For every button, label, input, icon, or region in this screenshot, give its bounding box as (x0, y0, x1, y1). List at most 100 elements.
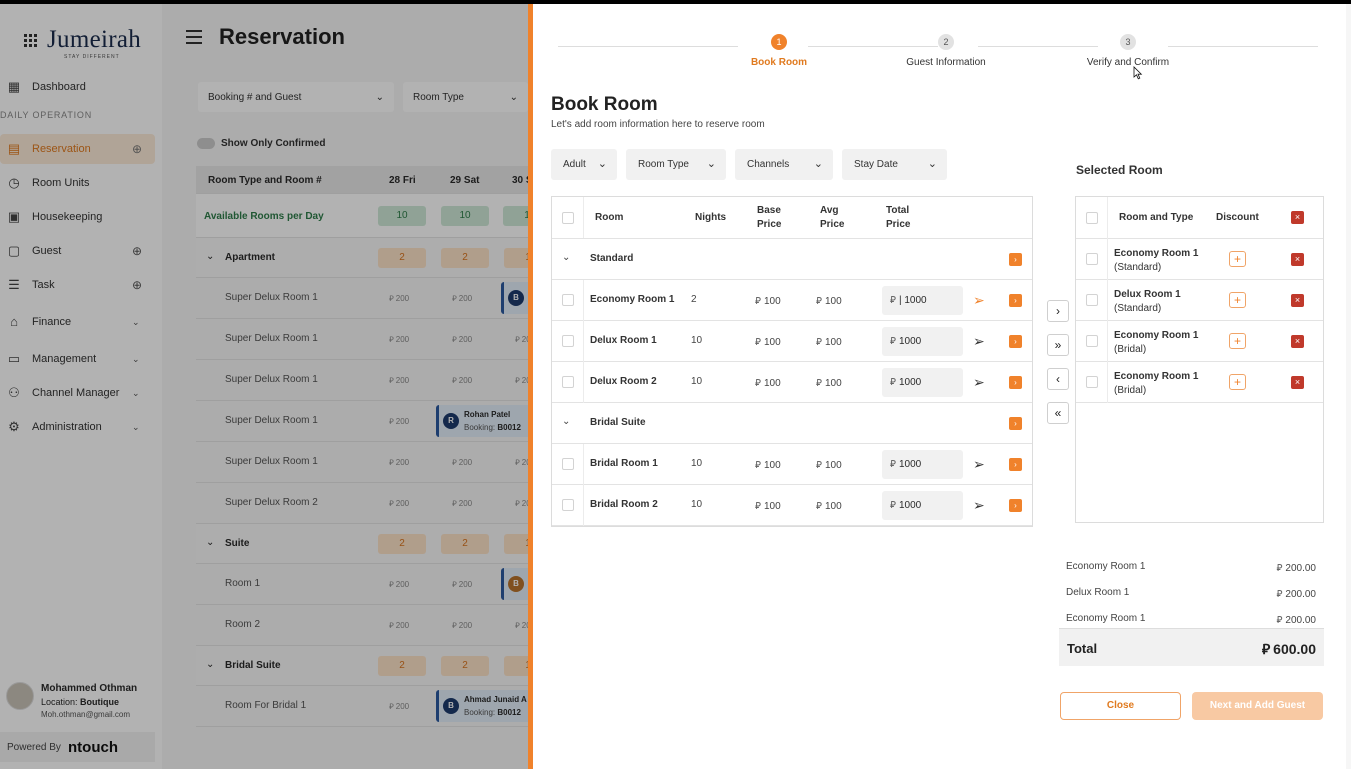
select-label: Stay Date (854, 159, 898, 170)
summary-label: Delux Room 1 (1066, 587, 1130, 598)
send-icon[interactable]: ➢ (973, 293, 987, 307)
step-guest-information[interactable]: 2 Guest Information (876, 34, 1016, 68)
remove-room-button[interactable]: × (1291, 294, 1304, 307)
move-all-right-button[interactable]: » (1047, 334, 1069, 356)
currency-icon: ⃁ (816, 460, 822, 471)
selected-room-title: Selected Room (1076, 163, 1163, 177)
add-discount-button[interactable]: + (1229, 374, 1246, 390)
remove-room-button[interactable]: × (1291, 376, 1304, 389)
step-book-room[interactable]: 1 Book Room (709, 34, 849, 68)
add-discount-button[interactable]: + (1229, 251, 1246, 267)
room-group-row[interactable]: ⌄ Standard › (552, 239, 1032, 280)
send-icon[interactable]: ➢ (973, 498, 987, 512)
row-action-button[interactable]: › (1009, 376, 1022, 389)
chevron-down-icon: ⌄ (813, 158, 823, 170)
avg-price-value: ⃁ 100 (816, 458, 842, 471)
selected-room-checkbox[interactable] (1086, 376, 1098, 388)
base-price-value: ⃁ 100 (755, 294, 781, 307)
group-action-button[interactable]: › (1009, 253, 1022, 266)
remove-room-button[interactable]: × (1291, 335, 1304, 348)
currency-icon: ⃁ (890, 459, 896, 470)
selected-room-name: Economy Room 1 (Bridal) (1114, 370, 1198, 398)
close-button[interactable]: Close (1060, 692, 1181, 720)
stay-date-select[interactable]: Stay Date ⌄ (842, 149, 947, 180)
step-verify-confirm[interactable]: 3 Verify and Confirm (1058, 34, 1198, 68)
selected-room-checkbox[interactable] (1086, 335, 1098, 347)
row-action-button[interactable]: › (1009, 335, 1022, 348)
select-label: Adult (563, 159, 586, 170)
divider (1107, 321, 1108, 362)
room-checkbox[interactable] (562, 499, 574, 511)
send-icon[interactable]: ➢ (973, 334, 987, 348)
summary-value: ⃁ 200.00 (1276, 613, 1316, 626)
nights-value: 10 (691, 376, 703, 387)
move-right-button[interactable]: › (1047, 300, 1069, 322)
room-checkbox[interactable] (562, 376, 574, 388)
room-type: (Standard) (1114, 262, 1162, 273)
row-action-button[interactable]: › (1009, 499, 1022, 512)
base-price-value: ⃁ 100 (755, 376, 781, 389)
selected-room-name: Economy Room 1 (Standard) (1114, 247, 1198, 275)
next-add-guest-button[interactable]: Next and Add Guest (1192, 692, 1323, 720)
adult-select[interactable]: Adult ⌄ (551, 149, 617, 180)
room-checkbox[interactable] (562, 294, 574, 306)
selected-room-row: Economy Room 1 (Bridal) + × (1076, 321, 1323, 362)
chevron-down-icon[interactable]: ⌄ (562, 252, 570, 263)
select-label: Channels (747, 159, 790, 170)
total-price-input[interactable]: ⃁ 1000 (882, 450, 963, 479)
currency-icon: ⃁ (816, 378, 822, 389)
selected-room-checkbox[interactable] (1086, 294, 1098, 306)
room-group-name: Bridal Suite (590, 417, 646, 428)
chevron-down-icon[interactable]: ⌄ (562, 416, 570, 427)
room-type-filter[interactable]: Room Type ⌄ (626, 149, 726, 180)
currency-icon: ⃁ (890, 295, 896, 306)
move-all-left-button[interactable]: « (1047, 402, 1069, 424)
summary-amount: 200.00 (1285, 615, 1316, 626)
step-number: 3 (1120, 34, 1136, 50)
select-all-checkbox[interactable] (562, 212, 574, 224)
room-name: Delux Room 1 (1114, 289, 1181, 300)
room-checkbox[interactable] (562, 458, 574, 470)
add-discount-button[interactable]: + (1229, 333, 1246, 349)
send-icon[interactable]: ➢ (973, 457, 987, 471)
chevron-down-icon: ⌄ (706, 158, 716, 170)
col-avg-price: Avg Price (820, 205, 845, 230)
selected-room-row: Economy Room 1 (Standard) + × (1076, 239, 1323, 280)
total-price-input[interactable]: ⃁ 1000 (882, 368, 963, 397)
base-price-value: ⃁ 100 (755, 335, 781, 348)
remove-room-button[interactable]: × (1291, 253, 1304, 266)
total-price-input[interactable]: ⃁ | 1000 (882, 286, 963, 315)
total-label: Total (1067, 641, 1098, 656)
row-action-button[interactable]: › (1009, 294, 1022, 307)
divider (583, 280, 584, 321)
room-type: (Standard) (1114, 303, 1162, 314)
col-nights: Nights (695, 212, 727, 223)
select-all-checkbox[interactable] (1086, 212, 1098, 224)
room-checkbox[interactable] (562, 335, 574, 347)
selected-room-checkbox[interactable] (1086, 253, 1098, 265)
divider (583, 444, 584, 485)
send-icon[interactable]: ➢ (973, 375, 987, 389)
room-row: Economy Room 1 2 ⃁ 100 ⃁ 100 ⃁ | 1000 ➢ › (552, 280, 1032, 321)
total-row: Total ⃁ 600.00 (1059, 628, 1324, 666)
book-room-drawer: 1 Book Room 2 Guest Information 3 Verify… (528, 4, 1346, 769)
remove-all-button[interactable]: × (1291, 211, 1304, 224)
room-group-name: Standard (590, 253, 634, 264)
price-amount: 100 (763, 460, 781, 471)
base-price-value: ⃁ 100 (755, 499, 781, 512)
move-left-button[interactable]: ‹ (1047, 368, 1069, 390)
price-amount: 100 (824, 501, 842, 512)
row-action-button[interactable]: › (1009, 458, 1022, 471)
total-price-value: | 1000 (898, 295, 927, 306)
modal-overlay[interactable] (0, 4, 528, 769)
total-price-input[interactable]: ⃁ 1000 (882, 327, 963, 356)
total-price-input[interactable]: ⃁ 1000 (882, 491, 963, 520)
channels-select[interactable]: Channels ⌄ (735, 149, 833, 180)
summary-row: Delux Room 1 ⃁ 200.00 (1066, 582, 1324, 607)
room-group-row[interactable]: ⌄ Bridal Suite › (552, 403, 1032, 444)
add-discount-button[interactable]: + (1229, 292, 1246, 308)
group-action-button[interactable]: › (1009, 417, 1022, 430)
nights-value: 10 (691, 335, 703, 346)
price-amount: 100 (824, 296, 842, 307)
step-number: 2 (938, 34, 954, 50)
